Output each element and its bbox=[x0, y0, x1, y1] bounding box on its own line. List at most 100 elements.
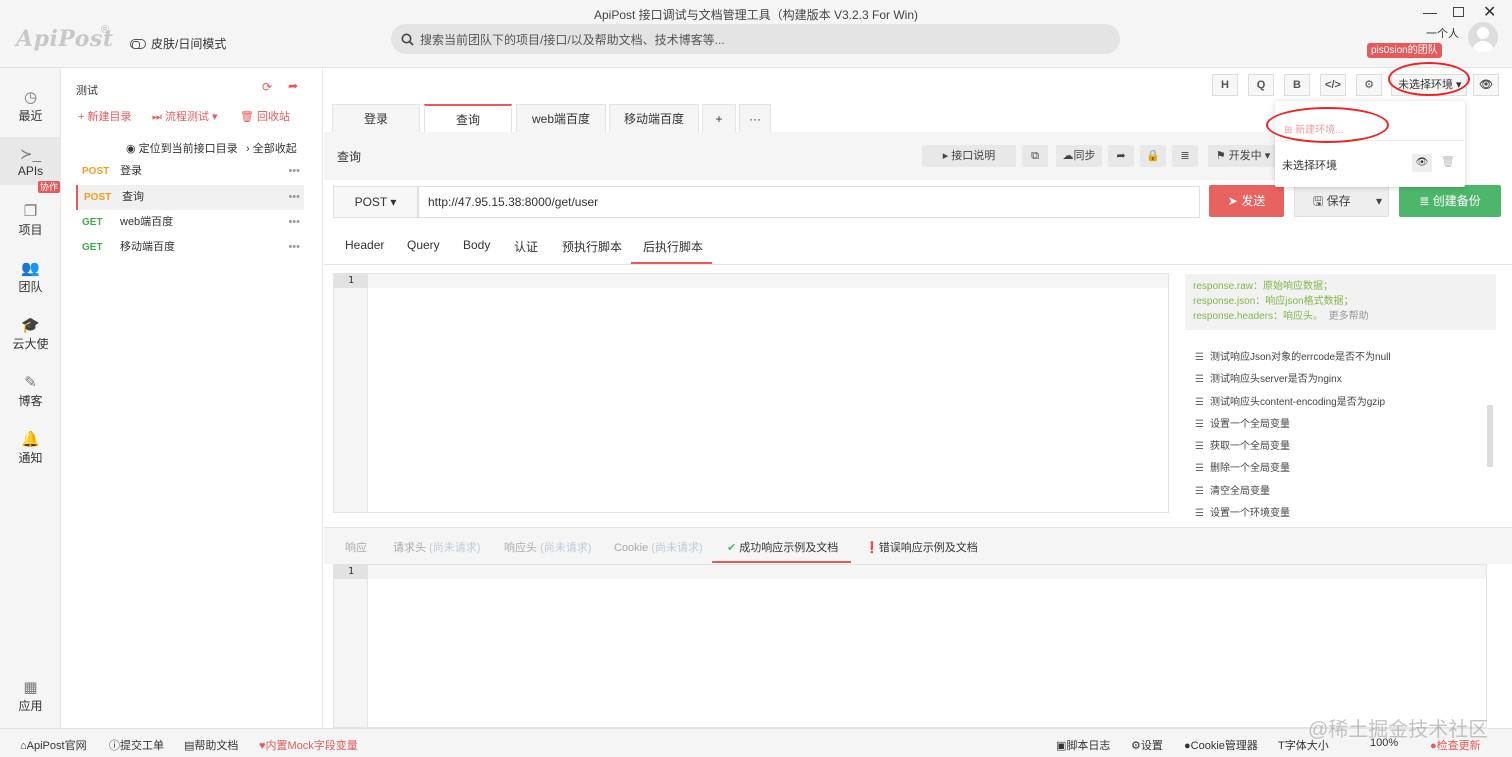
official-site-link[interactable]: ⌂ApiPost官网 bbox=[20, 737, 87, 753]
send-button[interactable]: ➤ 发送 bbox=[1209, 185, 1284, 217]
rtab-request-headers[interactable]: 请求头 (尚未请求) bbox=[393, 539, 480, 555]
sliders-button[interactable]: ⚙ bbox=[1356, 74, 1382, 96]
snippet-item[interactable]: ☰ 测试响应Json对象的errcode是否不为null bbox=[1195, 348, 1391, 363]
more-icon[interactable]: ••• bbox=[288, 185, 300, 210]
tab-web-baidu[interactable]: web端百度 bbox=[516, 104, 606, 132]
copy-button[interactable]: ⧉ bbox=[1022, 145, 1048, 167]
window-maximize-button[interactable] bbox=[1453, 7, 1464, 17]
collapse-all-button[interactable]: › 全部收起 bbox=[246, 140, 297, 156]
global-search-input[interactable]: 搜索当前团队下的项目/接口/以及帮助文档、技术博客等... bbox=[391, 24, 1120, 54]
rtab-success-doc[interactable]: ✔ 成功响应示例及文档 bbox=[727, 539, 838, 555]
avatar[interactable] bbox=[1468, 22, 1498, 52]
nav-recent[interactable]: ◷ 最近 bbox=[0, 80, 61, 128]
snippet-item[interactable]: ☰ 清空全局变量 bbox=[1195, 482, 1270, 497]
snippet-item[interactable]: ☰ 设置一个全局变量 bbox=[1195, 415, 1290, 430]
url-input[interactable]: http://47.95.15.38:8000/get/user bbox=[418, 186, 1200, 218]
subtab-post-script[interactable]: 后执行脚本 bbox=[643, 238, 703, 255]
quote-button[interactable]: Q bbox=[1248, 74, 1274, 96]
log-icon: ▣ bbox=[1056, 740, 1067, 752]
locate-current-button[interactable]: ◉ 定位到当前接口目录 bbox=[126, 140, 238, 156]
lock-icon: 🔒 bbox=[1146, 150, 1160, 162]
nav-ambassador[interactable]: 🎓 云大使 bbox=[0, 308, 61, 356]
snippet-item[interactable]: ☰ 测试响应头content-encoding是否为gzip bbox=[1195, 393, 1385, 408]
tree-item-selected[interactable]: POST 查询 ••• bbox=[76, 185, 304, 210]
nav-team[interactable]: 👥 团队 bbox=[0, 251, 61, 299]
tab-login[interactable]: 登录 bbox=[332, 104, 420, 132]
settings-button[interactable]: ⚙设置 bbox=[1131, 737, 1163, 753]
nav-notifications[interactable]: 🔔 通知 bbox=[0, 422, 61, 470]
share-icon[interactable]: ➦ bbox=[288, 79, 298, 93]
rtab-response-headers[interactable]: 响应头 (尚未请求) bbox=[504, 539, 591, 555]
sync-button[interactable]: ☁同步 bbox=[1056, 145, 1102, 167]
more-tabs-button[interactable]: ··· bbox=[739, 104, 771, 132]
caret-down-icon[interactable]: ▾ bbox=[1376, 186, 1382, 216]
hint-json: response.json：响应json格式数据； bbox=[1193, 296, 1354, 307]
submit-ticket-link[interactable]: ⓘ提交工单 bbox=[109, 737, 164, 753]
bold-button[interactable]: B bbox=[1284, 74, 1310, 96]
nav-apps[interactable]: ▦ 应用 bbox=[0, 670, 61, 718]
more-icon[interactable]: ••• bbox=[288, 159, 300, 184]
subtab-query[interactable]: Query bbox=[407, 238, 440, 252]
subtab-auth[interactable]: 认证 bbox=[514, 238, 538, 255]
nav-apis[interactable]: ≻_ APIs bbox=[0, 137, 61, 185]
rtab-error-doc[interactable]: ❗错误响应示例及文档 bbox=[865, 539, 978, 555]
request-subtabs: Header Query Body 认证 预执行脚本 后执行脚本 bbox=[324, 228, 1512, 265]
eye-icon[interactable]: 👁 bbox=[1412, 154, 1432, 172]
snippet-item[interactable]: ☰ 获取一个全局变量 bbox=[1195, 437, 1290, 452]
dev-status-select[interactable]: ⚑ 开发中 ▾ bbox=[1208, 145, 1278, 167]
more-help-link[interactable]: 更多帮助 bbox=[1329, 311, 1369, 322]
share-button[interactable]: ➦ bbox=[1108, 145, 1134, 167]
cookie-manager-button[interactable]: ●Cookie管理器 bbox=[1184, 737, 1258, 753]
current-line-highlight bbox=[368, 274, 1168, 288]
script-log-button[interactable]: ▣脚本日志 bbox=[1056, 737, 1110, 753]
snippet-item[interactable]: ☰ 设置一个环境变量 bbox=[1195, 504, 1290, 519]
heading-button[interactable]: H bbox=[1212, 74, 1238, 96]
code-button[interactable]: </> bbox=[1320, 74, 1346, 96]
tab-query[interactable]: 查询 bbox=[424, 104, 512, 132]
database-button[interactable]: ≣ bbox=[1172, 145, 1198, 167]
trash-icon[interactable]: 🗑 bbox=[1441, 155, 1455, 168]
save-button[interactable]: 🖫 保存 ▾ bbox=[1294, 185, 1389, 217]
flow-test-button[interactable]: ⏭ 流程测试 ▾ bbox=[152, 108, 218, 124]
api-doc-button[interactable]: ▸ 接口说明 bbox=[922, 145, 1016, 167]
more-icon[interactable]: ••• bbox=[288, 235, 300, 260]
subtab-pre-script[interactable]: 预执行脚本 bbox=[562, 238, 622, 255]
response-doc-editor[interactable]: 1 bbox=[333, 564, 1487, 728]
create-backup-button[interactable]: ≣ 创建备份 bbox=[1399, 185, 1501, 217]
eye-button[interactable]: 👁 bbox=[1473, 74, 1499, 96]
window-minimize-button[interactable]: — bbox=[1423, 4, 1437, 20]
method-select[interactable]: POST ▾ bbox=[333, 186, 418, 218]
nav-label: 应用 bbox=[18, 699, 43, 713]
snippet-label: 设置一个全局变量 bbox=[1210, 419, 1290, 430]
tree-item[interactable]: GET 移动端百度 ••• bbox=[76, 235, 304, 260]
subtab-header[interactable]: Header bbox=[345, 238, 384, 252]
subtab-body[interactable]: Body bbox=[463, 238, 490, 252]
script-editor[interactable]: 1 bbox=[333, 273, 1169, 513]
snippet-item[interactable]: ☰ 删除一个全局变量 bbox=[1195, 459, 1290, 474]
skin-mode-toggle[interactable]: 皮肤/日间模式 bbox=[130, 35, 226, 52]
team-badge[interactable]: pis0sion的团队 bbox=[1367, 43, 1442, 58]
recycle-bin-button[interactable]: 🗑 回收站 bbox=[240, 108, 290, 124]
new-dir-button[interactable]: + 新建目录 bbox=[78, 108, 131, 124]
lock-button[interactable]: 🔒 bbox=[1140, 145, 1166, 167]
add-tab-button[interactable]: + bbox=[702, 104, 736, 132]
send-label: 发送 bbox=[1241, 194, 1266, 208]
snippets-scrollbar[interactable] bbox=[1487, 405, 1493, 467]
nav-projects[interactable]: ❐ 项目 bbox=[0, 194, 61, 242]
window-close-button[interactable]: ✕ bbox=[1483, 2, 1496, 22]
tree-item[interactable]: POST 登录 ••• bbox=[76, 159, 304, 184]
rtab-cookie[interactable]: Cookie (尚未请求) bbox=[614, 539, 703, 555]
tree-item-name: 登录 bbox=[120, 165, 142, 177]
mock-vars-link[interactable]: ♥内置Mock字段变量 bbox=[259, 737, 358, 753]
help-docs-link[interactable]: ▤帮助文档 bbox=[184, 737, 238, 753]
snippet-item[interactable]: ☰ 测试响应头server是否为nginx bbox=[1195, 370, 1342, 385]
nav-blog[interactable]: ✎ 博客 bbox=[0, 365, 61, 413]
tree-item[interactable]: GET web端百度 ••• bbox=[76, 210, 304, 235]
env-option-none[interactable]: 未选择环境 bbox=[1282, 157, 1337, 173]
sb-label: 设置 bbox=[1140, 740, 1163, 752]
tab-mobile-baidu[interactable]: 移动端百度 bbox=[609, 104, 699, 132]
refresh-icon[interactable]: ⟳ bbox=[262, 80, 272, 94]
request-header-bar bbox=[324, 132, 1282, 180]
rtab-response[interactable]: 响应 bbox=[345, 539, 367, 555]
more-icon[interactable]: ••• bbox=[288, 210, 300, 235]
